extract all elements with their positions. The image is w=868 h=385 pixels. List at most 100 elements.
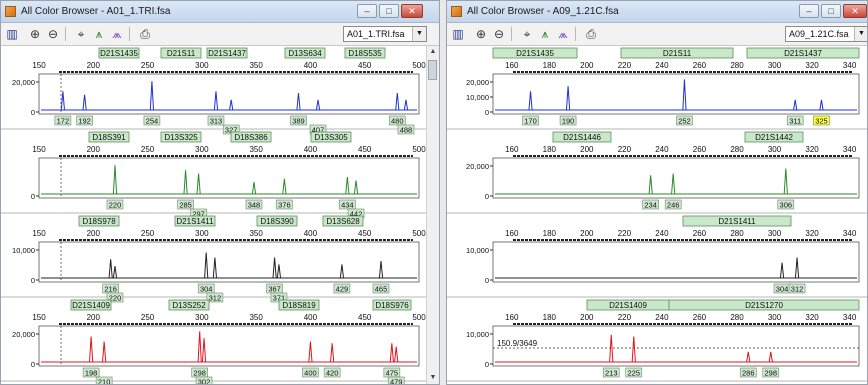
toolbar: ▥ ⊕ ⊖ ⌖ ⩚ ⩕ ⎙ A01_1.TRI.fsa ▼ [1,23,439,46]
toolbar: ▥ ⊕ ⊖ ⌖ ⩚ ⩕ ⎙ A09_1.21C.fsa ▼ [447,23,867,46]
marker-label: D21S11 [167,49,196,58]
peak-label: 306 [780,201,793,210]
app-icon [451,6,462,17]
y-axis-label: 0 [31,360,35,369]
marker-label: D21S1411 [176,217,214,226]
peak-label: 312 [791,285,804,294]
peak-label: 376 [278,201,291,210]
scroll-thumb[interactable] [428,60,437,80]
axis-tick-label: 220 [618,145,632,154]
marker-label: D18S976 [375,301,409,310]
marker-label: D21S1435 [100,49,138,58]
peak-label: 302 [198,378,211,385]
dye-panel: D21S1409 D13S252 D18S819 D18S976 150 200 250 30… [1,299,427,385]
axis-tick-label: 450 [358,145,372,154]
zoom-in-icon[interactable]: ⊕ [27,26,43,42]
marker-label: D21S1442 [755,133,793,142]
axis-tick-label: 240 [655,313,669,322]
axis-tick-label: 350 [249,61,263,70]
peak-label: 488 [400,126,413,135]
minimize-button[interactable]: – [357,4,377,18]
y-axis-label: 0 [31,276,35,285]
dye-panel: D21S1435 D21S11 D21S1437 160 180 200 220 240 260… [447,47,867,130]
axis-tick-label: 220 [618,313,632,322]
panes-icon[interactable]: ▥ [450,26,466,42]
minimize-button[interactable]: – [799,4,819,18]
marker-label: D18S386 [234,133,268,142]
axis-tick-label: 340 [843,313,857,322]
marker-label: D21S1411 [718,217,756,226]
panes-icon[interactable]: ▥ [4,26,20,42]
peak-label: 298 [765,369,778,378]
peaks-icon[interactable]: ⩚ [537,26,553,42]
scroll-up-icon[interactable]: ▲ [427,46,439,58]
axis-tick-label: 400 [304,313,318,322]
y-axis-label: 20,000 [12,78,35,87]
axis-tick-label: 320 [805,229,819,238]
y-axis-label: 10,000 [12,246,35,255]
peak-label: 304 [776,285,789,294]
dye-panel: D21S1411 160 180 200 220 240 260 280 300 320 340 10… [447,215,867,298]
close-button[interactable]: ✕ [843,4,867,18]
electropherogram-area[interactable]: D21S1435 D21S11 D21S1437 160 180 200 220 240 260… [447,46,868,385]
window-title: All Color Browser - A09_1.21C.fsa [467,6,619,17]
axis-tick-label: 160 [505,229,519,238]
scroll-down-icon[interactable]: ▼ [427,372,439,384]
plot-frame [492,157,860,199]
cursor-readout: 150.9/3649 [497,339,538,348]
y-axis-label: 0 [485,360,489,369]
peak-label: 325 [815,117,828,126]
peak-label: 311 [789,117,801,126]
axis-tick-label: 260 [693,313,707,322]
close-button[interactable]: ✕ [401,4,423,18]
axis-tick-label: 280 [730,145,744,154]
peak-label: 252 [678,117,691,126]
zoom-in-icon[interactable]: ⊕ [473,26,489,42]
electropherogram-area[interactable]: D21S1435 D21S11 D21S1437 D13S634 D18S535 150 2… [1,46,427,385]
axis-tick-label: 400 [304,229,318,238]
zoom-out-icon[interactable]: ⊖ [491,26,507,42]
print-icon[interactable]: ⎙ [137,26,153,42]
marker-label: D18S978 [82,217,116,226]
marker-label: D13S634 [288,49,322,58]
axis-tick-label: 180 [543,145,557,154]
marker-label: D13S628 [326,217,360,226]
y-axis-label: 0 [485,108,489,117]
axis-tick-label: 340 [843,145,857,154]
print-icon[interactable]: ⎙ [583,26,599,42]
overlay-icon[interactable]: ⩕ [109,26,125,42]
axis-tick-label: 500 [412,313,426,322]
peak-label: 312 [209,294,222,303]
marker-label: D21S11 [663,49,692,58]
zoom-out-icon[interactable]: ⊖ [45,26,61,42]
file-select[interactable]: A09_1.21C.fsa ▼ [785,26,867,42]
peak-label: 420 [326,369,339,378]
peak-label: 213 [605,369,618,378]
y-axis-label: 10,000 [466,93,489,102]
marker-label: D21S1446 [563,133,601,142]
maximize-button[interactable]: □ [379,4,399,18]
axis-tick-label: 450 [358,229,372,238]
peak-label: 246 [667,201,680,210]
cursor-icon[interactable]: ⌖ [73,26,89,42]
cursor-icon[interactable]: ⌖ [519,26,535,42]
axis-tick-label: 300 [768,229,782,238]
axis-tick-label: 260 [693,61,707,70]
axis-tick-label: 200 [580,229,594,238]
axis-tick-label: 160 [505,313,519,322]
axis-tick-label: 200 [87,229,101,238]
axis-tick-label: 400 [304,61,318,70]
vertical-scrollbar[interactable]: ▲ ▼ [426,46,439,384]
axis-tick-label: 450 [358,313,372,322]
axis-tick-label: 300 [768,61,782,70]
overlay-icon[interactable]: ⩕ [555,26,571,42]
axis-tick-label: 150 [32,61,46,70]
maximize-button[interactable]: □ [821,4,841,18]
file-select[interactable]: A01_1.TRI.fsa ▼ [343,26,427,42]
dye-panel: D21S1409 D21S1270 160 180 200 220 240 260 280 300… [447,299,867,382]
axis-tick-label: 180 [543,229,557,238]
peaks-icon[interactable]: ⩚ [91,26,107,42]
axis-tick-label: 280 [730,229,744,238]
y-axis-label: 0 [485,192,489,201]
axis-tick-label: 300 [195,313,209,322]
